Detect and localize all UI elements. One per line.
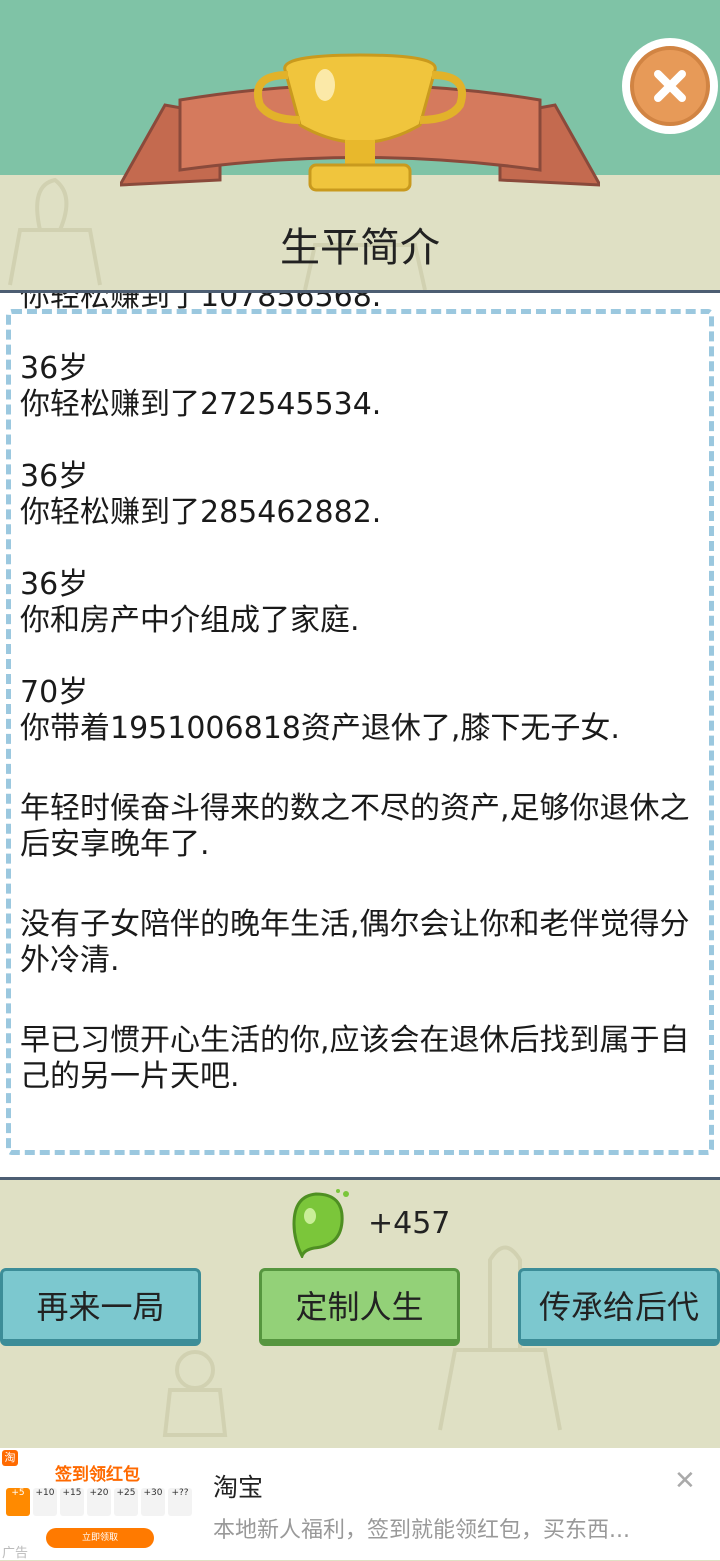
green-bean-icon (292, 1189, 349, 1258)
close-button[interactable] (622, 38, 718, 134)
reward-display: +457 (286, 1188, 450, 1258)
log-entry: 36岁 你和房产中介组成了家庭. (20, 567, 690, 639)
close-x-icon (630, 46, 710, 126)
log-entry: 36岁 你轻松赚到了285462882. (20, 459, 690, 531)
replay-button[interactable]: 再来一局 (0, 1268, 201, 1346)
ad-app-name: 淘宝 (213, 1473, 264, 1502)
checkin-day: +15 (60, 1488, 84, 1516)
ad-description: 本地新人福利，签到就能领红包，买东西... (213, 1518, 630, 1543)
entry-event: 你轻松赚到了285462882. (20, 495, 382, 530)
checkin-day: +?? (168, 1488, 192, 1516)
inherit-button[interactable]: 传承给后代 (518, 1268, 720, 1346)
checkin-day: +30 (141, 1488, 165, 1516)
log-entry: 36岁 你轻松赚到了272545534. (20, 351, 690, 423)
ad-banner[interactable]: 淘 签到领红包 +5 +10 +15 +20 +25 +30 +?? 立即领取 … (0, 1448, 720, 1561)
entry-age: 36岁 (20, 567, 89, 602)
entry-event: 你和房产中介组成了家庭. (20, 603, 360, 638)
ad-thumb-title: 签到领红包 (55, 1465, 140, 1485)
trophy-ribbon-icon (120, 53, 600, 192)
page-title: 生平简介 (280, 225, 440, 271)
custom-life-button[interactable]: 定制人生 (259, 1268, 460, 1346)
entry-age: 36岁 (20, 459, 89, 494)
ad-label: 广告 (2, 1546, 29, 1561)
flower-pot-doodle-icon (162, 1350, 228, 1437)
life-log: 你轻松赚到了107856568. 36岁 你轻松赚到了272545534. 36… (20, 293, 690, 1131)
checkin-day: +10 (33, 1488, 57, 1516)
entry-age: 36岁 (20, 351, 89, 386)
summary-paragraph: 早已习惯开心生活的你,应该会在退休后找到属于自己的另一片天吧. (20, 1023, 690, 1094)
entry-event: 你轻松赚到了272545534. (20, 387, 382, 422)
log-entry: 70岁 你带着1951006818资产退休了,膝下无子女. (20, 675, 690, 747)
life-log-panel[interactable]: 你轻松赚到了107856568. 36岁 你轻松赚到了272545534. 36… (0, 290, 720, 1180)
taobao-logo-icon: 淘 (2, 1450, 18, 1466)
summary-paragraph: 年轻时候奋斗得来的数之不尽的资产,足够你退休之后安享晚年了. (20, 791, 690, 862)
entry-age: 70岁 (20, 675, 89, 710)
reward-value: +457 (368, 1205, 451, 1241)
checkin-day: +25 (114, 1488, 138, 1516)
entry-event: 你带着1951006818资产退休了,膝下无子女. (20, 711, 620, 746)
checkin-day: +20 (87, 1488, 111, 1516)
ad-close-icon[interactable]: ✕ (674, 1466, 696, 1496)
ad-claim-button[interactable]: 立即领取 (46, 1528, 154, 1548)
checkin-days: +5 +10 +15 +20 +25 +30 +?? (6, 1488, 192, 1516)
ad-thumbnail[interactable]: 淘 签到领红包 +5 +10 +15 +20 +25 +30 +?? 立即领取 (0, 1448, 200, 1560)
summary-paragraph: 没有子女陪伴的晚年生活,偶尔会让你和老伴觉得分外冷清. (20, 907, 690, 978)
checkin-day: +5 (6, 1488, 30, 1516)
log-partial-line: 你轻松赚到了107856568. (20, 290, 382, 314)
